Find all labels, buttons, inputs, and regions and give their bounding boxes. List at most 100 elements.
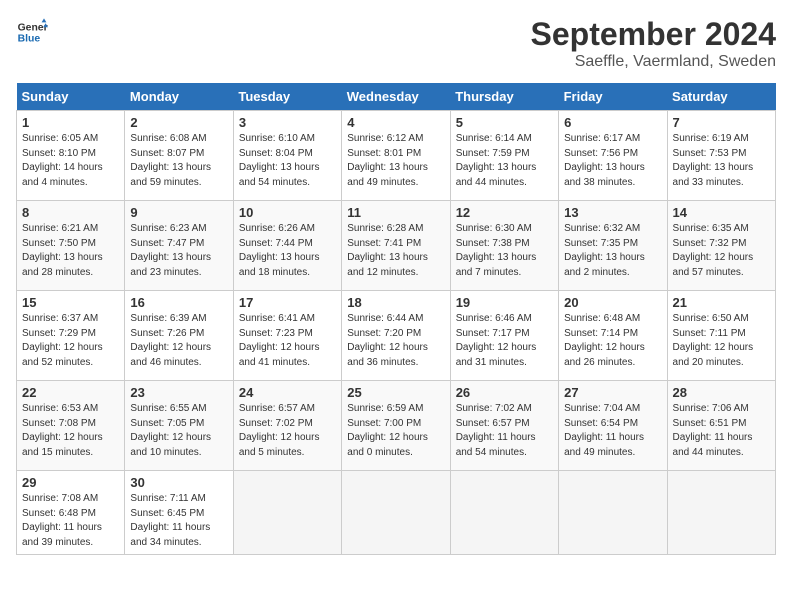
day-number: 22	[22, 385, 119, 400]
header: General Blue September 2024 Saeffle, Vae…	[16, 16, 776, 71]
table-row: 13 Sunrise: 6:32 AMSunset: 7:35 PMDayligh…	[559, 201, 667, 291]
col-monday: Monday	[125, 83, 233, 111]
month-title: September 2024	[531, 16, 776, 53]
day-number: 19	[456, 295, 553, 310]
day-number: 7	[673, 115, 770, 130]
logo: General Blue	[16, 16, 48, 48]
table-row	[233, 471, 341, 555]
table-row: 25Sunrise: 6:59 AMSunset: 7:00 PMDayligh…	[342, 381, 450, 471]
day-info: Sunrise: 6:48 AMSunset: 7:14 PMDaylight:…	[564, 312, 661, 370]
table-row: 21Sunrise: 6:50 AMSunset: 7:11 PMDayligh…	[667, 291, 775, 381]
day-info: Sunrise: 6:50 AMSunset: 7:11 PMDaylight:…	[673, 312, 770, 370]
table-row: 23Sunrise: 6:55 AMSunset: 7:05 PMDayligh…	[125, 381, 233, 471]
table-row: 6 Sunrise: 6:17 AMSunset: 7:56 PMDaylight…	[559, 111, 667, 201]
day-number: 30	[130, 475, 227, 490]
table-row	[559, 471, 667, 555]
day-info: Sunrise: 6:19 AMSunset: 7:53 PMDaylight:…	[673, 132, 770, 190]
day-info: Sunrise: 6:12 AMSunset: 8:01 PMDaylight:…	[347, 132, 444, 190]
table-row: 12 Sunrise: 6:30 AMSunset: 7:38 PMDayligh…	[450, 201, 558, 291]
table-row: 14 Sunrise: 6:35 AMSunset: 7:32 PMDayligh…	[667, 201, 775, 291]
day-info: Sunrise: 6:32 AMSunset: 7:35 PMDaylight:…	[564, 222, 661, 280]
calendar-table: Sunday Monday Tuesday Wednesday Thursday…	[16, 83, 776, 555]
table-row: 5 Sunrise: 6:14 AMSunset: 7:59 PMDaylight…	[450, 111, 558, 201]
day-number: 8	[22, 205, 119, 220]
table-row: 17 Sunrise: 6:41 AMSunset: 7:23 PMDayligh…	[233, 291, 341, 381]
table-row: 18 Sunrise: 6:44 AMSunset: 7:20 PMDayligh…	[342, 291, 450, 381]
day-number: 18	[347, 295, 444, 310]
day-number: 2	[130, 115, 227, 130]
day-info: Sunrise: 6:46 AMSunset: 7:17 PMDaylight:…	[456, 312, 553, 370]
day-number: 15	[22, 295, 119, 310]
day-number: 1	[22, 115, 119, 130]
table-row: 20 Sunrise: 6:48 AMSunset: 7:14 PMDayligh…	[559, 291, 667, 381]
day-number: 3	[239, 115, 336, 130]
svg-text:Blue: Blue	[18, 34, 41, 45]
day-number: 12	[456, 205, 553, 220]
day-info: Sunrise: 6:30 AMSunset: 7:38 PMDaylight:…	[456, 222, 553, 280]
day-number: 13	[564, 205, 661, 220]
title-block: September 2024 Saeffle, Vaermland, Swede…	[531, 16, 776, 71]
col-saturday: Saturday	[667, 83, 775, 111]
table-row	[342, 471, 450, 555]
day-number: 16	[130, 295, 227, 310]
day-info: Sunrise: 6:14 AMSunset: 7:59 PMDaylight:…	[456, 132, 553, 190]
day-number: 26	[456, 385, 553, 400]
table-row: 16Sunrise: 6:39 AMSunset: 7:26 PMDayligh…	[125, 291, 233, 381]
day-number: 20	[564, 295, 661, 310]
day-number: 17	[239, 295, 336, 310]
table-row: 8 Sunrise: 6:21 AMSunset: 7:50 PMDaylight…	[17, 201, 125, 291]
day-info: Sunrise: 6:21 AMSunset: 7:50 PMDaylight:…	[22, 222, 119, 280]
col-thursday: Thursday	[450, 83, 558, 111]
day-info: Sunrise: 6:44 AMSunset: 7:20 PMDaylight:…	[347, 312, 444, 370]
day-info: Sunrise: 6:35 AMSunset: 7:32 PMDaylight:…	[673, 222, 770, 280]
day-info: Sunrise: 6:17 AMSunset: 7:56 PMDaylight:…	[564, 132, 661, 190]
day-number: 14	[673, 205, 770, 220]
table-row: 22 Sunrise: 6:53 AMSunset: 7:08 PMDayligh…	[17, 381, 125, 471]
svg-text:General: General	[18, 22, 48, 33]
table-row: 19 Sunrise: 6:46 AMSunset: 7:17 PMDayligh…	[450, 291, 558, 381]
day-number: 5	[456, 115, 553, 130]
day-info: Sunrise: 6:10 AMSunset: 8:04 PMDaylight:…	[239, 132, 336, 190]
table-row: 1 Sunrise: 6:05 AMSunset: 8:10 PMDaylight…	[17, 111, 125, 201]
table-row: 27 Sunrise: 7:04 AMSunset: 6:54 PMDayligh…	[559, 381, 667, 471]
day-info: Sunrise: 6:05 AMSunset: 8:10 PMDaylight:…	[22, 132, 119, 190]
table-row	[667, 471, 775, 555]
day-number: 6	[564, 115, 661, 130]
table-row: 2 Sunrise: 6:08 AMSunset: 8:07 PMDaylight…	[125, 111, 233, 201]
day-info: Sunrise: 7:04 AMSunset: 6:54 PMDaylight:…	[564, 402, 661, 460]
table-row: 11Sunrise: 6:28 AMSunset: 7:41 PMDayligh…	[342, 201, 450, 291]
table-row	[450, 471, 558, 555]
table-row: 29 Sunrise: 7:08 AMSunset: 6:48 PMDayligh…	[17, 471, 125, 555]
table-row: 28Sunrise: 7:06 AMSunset: 6:51 PMDayligh…	[667, 381, 775, 471]
day-info: Sunrise: 6:08 AMSunset: 8:07 PMDaylight:…	[130, 132, 227, 190]
day-number: 24	[239, 385, 336, 400]
col-tuesday: Tuesday	[233, 83, 341, 111]
day-info: Sunrise: 6:26 AMSunset: 7:44 PMDaylight:…	[239, 222, 336, 280]
day-info: Sunrise: 6:41 AMSunset: 7:23 PMDaylight:…	[239, 312, 336, 370]
table-row: 9Sunrise: 6:23 AMSunset: 7:47 PMDaylight…	[125, 201, 233, 291]
day-number: 11	[347, 205, 444, 220]
day-info: Sunrise: 6:37 AMSunset: 7:29 PMDaylight:…	[22, 312, 119, 370]
header-row: Sunday Monday Tuesday Wednesday Thursday…	[17, 83, 776, 111]
day-info: Sunrise: 6:53 AMSunset: 7:08 PMDaylight:…	[22, 402, 119, 460]
col-sunday: Sunday	[17, 83, 125, 111]
day-info: Sunrise: 7:11 AMSunset: 6:45 PMDaylight:…	[130, 492, 227, 550]
day-info: Sunrise: 7:08 AMSunset: 6:48 PMDaylight:…	[22, 492, 119, 550]
table-row: 26 Sunrise: 7:02 AMSunset: 6:57 PMDayligh…	[450, 381, 558, 471]
day-number: 29	[22, 475, 119, 490]
logo-icon: General Blue	[16, 16, 48, 48]
table-row: 3 Sunrise: 6:10 AMSunset: 8:04 PMDaylight…	[233, 111, 341, 201]
day-number: 10	[239, 205, 336, 220]
col-friday: Friday	[559, 83, 667, 111]
day-info: Sunrise: 7:02 AMSunset: 6:57 PMDaylight:…	[456, 402, 553, 460]
col-wednesday: Wednesday	[342, 83, 450, 111]
day-number: 9	[130, 205, 227, 220]
table-row: 15 Sunrise: 6:37 AMSunset: 7:29 PMDayligh…	[17, 291, 125, 381]
table-row: 7 Sunrise: 6:19 AMSunset: 7:53 PMDaylight…	[667, 111, 775, 201]
day-number: 27	[564, 385, 661, 400]
day-number: 25	[347, 385, 444, 400]
location: Saeffle, Vaermland, Sweden	[531, 53, 776, 71]
day-info: Sunrise: 7:06 AMSunset: 6:51 PMDaylight:…	[673, 402, 770, 460]
table-row: 10 Sunrise: 6:26 AMSunset: 7:44 PMDayligh…	[233, 201, 341, 291]
table-row: 4Sunrise: 6:12 AMSunset: 8:01 PMDaylight…	[342, 111, 450, 201]
